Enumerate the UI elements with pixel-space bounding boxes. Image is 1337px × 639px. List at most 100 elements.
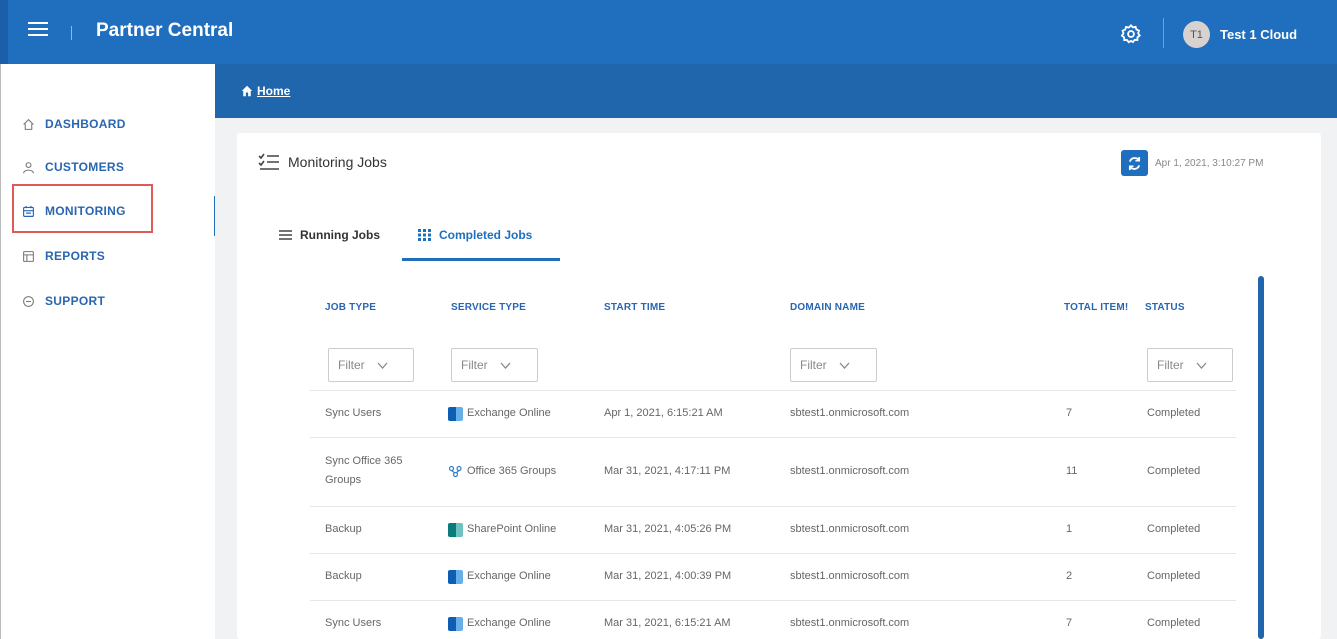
chevron-down-icon xyxy=(1196,362,1207,369)
job-type-cell: Sync Users xyxy=(325,407,382,419)
row-divider xyxy=(310,553,1236,554)
app-title: Partner Central xyxy=(96,20,234,41)
start-time-cell: Mar 31, 2021, 4:00:39 PM xyxy=(604,570,732,582)
sidebar-item-customers[interactable]: CUSTOMERS xyxy=(22,157,124,177)
top-bar: Partner Central T1 Test 1 Cloud xyxy=(0,0,1337,64)
chevron-down-icon xyxy=(839,362,850,369)
breadcrumb-home-link[interactable]: Home xyxy=(241,84,290,98)
service-type-filter[interactable]: Filter xyxy=(451,348,538,382)
column-header-status[interactable]: STATUS xyxy=(1145,302,1185,313)
row-divider xyxy=(310,600,1236,601)
total-items-cell: 11 xyxy=(1066,465,1078,477)
service-name: Exchange Online xyxy=(467,407,551,419)
sharepoint-icon xyxy=(448,522,463,537)
column-header-domain-name[interactable]: DOMAIN NAME xyxy=(790,302,865,313)
service-type-cell: SharePoint Online xyxy=(448,520,556,539)
chevron-down-icon xyxy=(377,362,388,369)
chat-icon xyxy=(23,295,34,307)
jobs-table xyxy=(290,278,1256,639)
home-icon xyxy=(241,85,253,97)
user-name[interactable]: Test 1 Cloud xyxy=(1220,27,1297,42)
status-cell: Completed xyxy=(1147,407,1201,419)
tab-label: Running Jobs xyxy=(300,228,380,242)
sidebar-item-monitoring[interactable]: MONITORING xyxy=(22,201,126,221)
filter-label: Filter xyxy=(800,358,827,372)
sidebar-item-support[interactable]: SUPPORT xyxy=(22,291,105,311)
page-title-text: Monitoring Jobs xyxy=(288,154,387,170)
person-icon xyxy=(23,161,34,173)
status-filter[interactable]: Filter xyxy=(1147,348,1233,382)
total-items-cell: 7 xyxy=(1066,617,1073,629)
checklist-icon xyxy=(258,153,279,170)
column-header-job-type[interactable]: JOB TYPE xyxy=(325,302,376,313)
start-time-cell: Mar 31, 2021, 4:17:11 PM xyxy=(604,465,731,477)
refresh-icon xyxy=(1128,156,1141,170)
status-cell: Completed xyxy=(1147,617,1201,629)
sidebar-item-label: SUPPORT xyxy=(45,294,106,308)
domain-cell: sbtest1.onmicrosoft.com xyxy=(790,465,910,477)
table-scrollbar[interactable] xyxy=(1258,276,1264,639)
tab-running-jobs[interactable]: Running Jobs xyxy=(279,228,380,242)
job-type-cell: Backup xyxy=(325,523,362,535)
last-refreshed-timestamp: Apr 1, 2021, 3:10:27 PM xyxy=(1155,158,1264,169)
sidebar-item-label: REPORTS xyxy=(45,249,106,263)
filter-label: Filter xyxy=(338,358,365,372)
service-name: SharePoint Online xyxy=(467,523,557,535)
status-cell: Completed xyxy=(1147,570,1201,582)
service-name: Exchange Online xyxy=(467,570,551,582)
chevron-down-icon xyxy=(500,362,511,369)
row-divider xyxy=(310,390,1236,391)
groups-icon xyxy=(448,465,462,477)
start-time-cell: Mar 31, 2021, 4:05:26 PM xyxy=(604,523,732,535)
job-type-filter[interactable]: Filter xyxy=(328,348,414,382)
job-type-cell: Sync Users xyxy=(325,617,382,629)
active-tab-indicator xyxy=(402,258,560,261)
sidebar-item-label: MONITORING xyxy=(45,204,126,218)
service-type-cell: Exchange Online xyxy=(448,567,551,586)
status-cell: Completed xyxy=(1147,465,1201,477)
filter-label: Filter xyxy=(461,358,488,372)
sidebar xyxy=(0,64,217,639)
column-header-start-time[interactable]: START TIME xyxy=(604,302,665,313)
page-title: Monitoring Jobs xyxy=(258,153,387,171)
exchange-icon xyxy=(448,569,463,584)
job-type-cell: Backup xyxy=(325,570,362,582)
start-time-cell: Mar 31, 2021, 6:15:21 AM xyxy=(604,617,731,629)
job-type-cell: Sync Office 365 Groups xyxy=(325,455,403,486)
column-header-total-items[interactable]: TOTAL ITEM! xyxy=(1064,302,1128,313)
status-cell: Completed xyxy=(1147,523,1201,535)
sidebar-item-label: CUSTOMERS xyxy=(45,160,125,174)
divider xyxy=(71,26,72,40)
service-type-cell: Exchange Online xyxy=(448,404,551,423)
exchange-icon xyxy=(448,406,463,421)
avatar[interactable]: T1 xyxy=(1183,21,1210,48)
breadcrumb-home-label: Home xyxy=(257,84,291,98)
domain-cell: sbtest1.onmicrosoft.com xyxy=(790,617,910,629)
tab-label: Completed Jobs xyxy=(439,228,533,242)
grid-icon xyxy=(418,229,431,241)
column-header-service-type[interactable]: SERVICE TYPE xyxy=(451,302,526,313)
settings-gear-icon[interactable] xyxy=(1120,23,1142,45)
total-items-cell: 2 xyxy=(1066,570,1073,582)
service-name: Office 365 Groups xyxy=(467,465,557,477)
divider xyxy=(1163,18,1164,48)
total-items-cell: 7 xyxy=(1066,407,1073,419)
service-type-cell: Office 365 Groups xyxy=(448,462,556,481)
row-divider xyxy=(310,437,1236,438)
domain-name-filter[interactable]: Filter xyxy=(790,348,877,382)
exchange-icon xyxy=(448,616,463,631)
start-time-cell: Apr 1, 2021, 6:15:21 AM xyxy=(604,407,723,419)
tab-completed-jobs[interactable]: Completed Jobs xyxy=(418,228,532,242)
sidebar-item-label: DASHBOARD xyxy=(45,117,126,131)
domain-cell: sbtest1.onmicrosoft.com xyxy=(790,570,910,582)
service-type-cell: Exchange Online xyxy=(448,614,551,633)
row-divider xyxy=(310,506,1236,507)
breadcrumb: Home xyxy=(215,64,1337,118)
hamburger-menu-icon[interactable] xyxy=(28,22,48,38)
sidebar-item-dashboard[interactable]: DASHBOARD xyxy=(22,114,126,134)
sidebar-item-reports[interactable]: REPORTS xyxy=(22,246,105,266)
service-name: Exchange Online xyxy=(467,617,551,629)
report-icon xyxy=(23,250,34,262)
domain-cell: sbtest1.onmicrosoft.com xyxy=(790,523,910,535)
refresh-button[interactable] xyxy=(1121,150,1148,176)
